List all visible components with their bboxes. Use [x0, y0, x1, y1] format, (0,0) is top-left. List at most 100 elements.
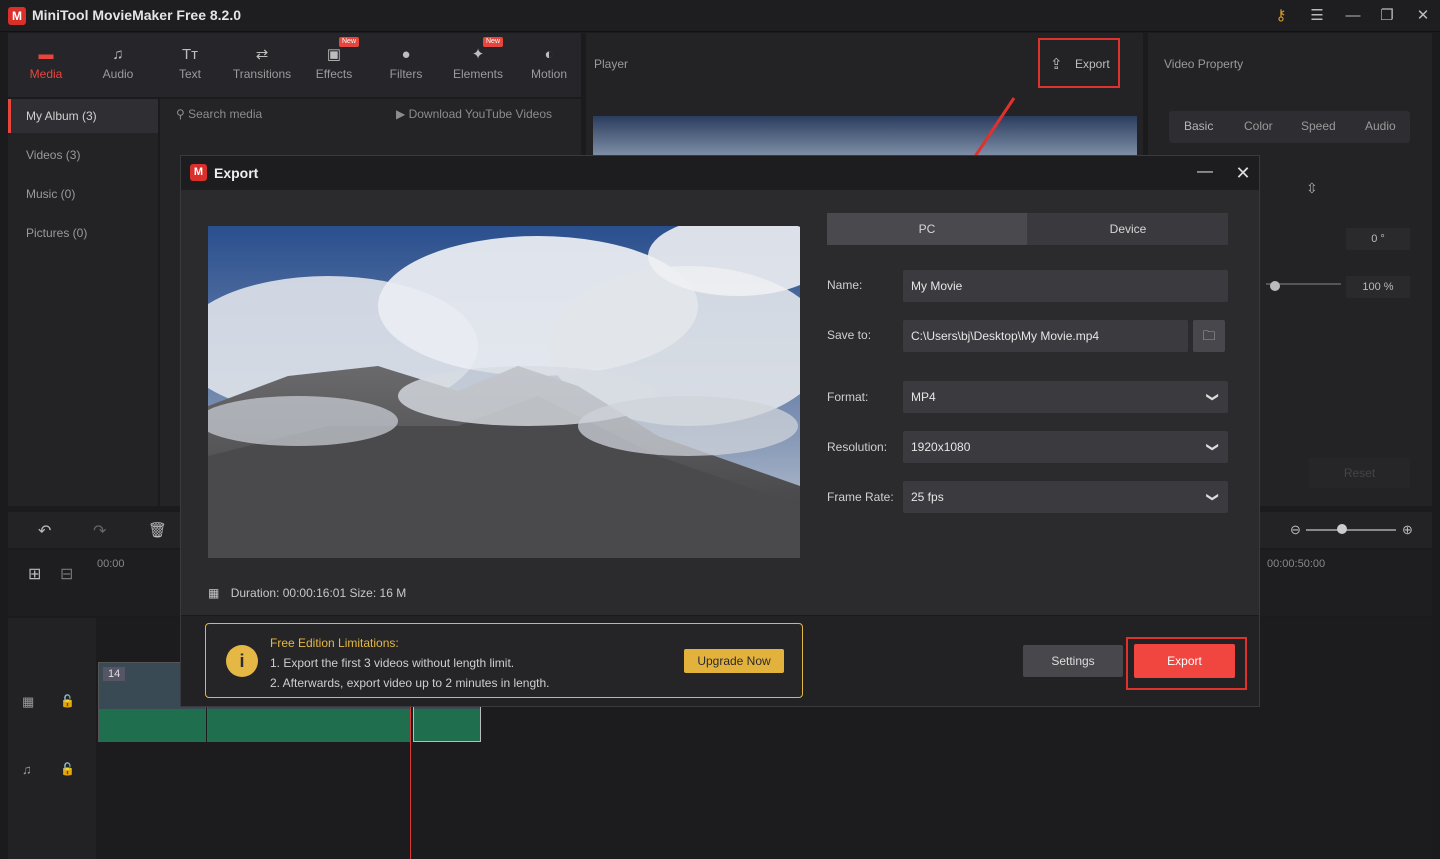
format-select[interactable]: MP4 ❯	[903, 381, 1228, 413]
tool-text-label: Text	[178, 67, 201, 81]
export-button[interactable]: Export	[1134, 644, 1235, 678]
duration-label: Duration:	[230, 586, 280, 600]
tool-motion[interactable]: ◐ Motion	[516, 33, 582, 97]
search-media-input[interactable]: ⚲ Search media	[176, 107, 262, 121]
tool-elements[interactable]: New ✦ Elements	[445, 33, 511, 97]
sidebar-item-my-album[interactable]: My Album (3)	[8, 99, 158, 133]
duration-info: ▦ Duration: 00:00:16:01 Size: 16 M	[208, 586, 406, 600]
tab-audio[interactable]: Audio	[1365, 119, 1396, 133]
size-label: Size:	[349, 586, 377, 600]
search-media-placeholder: Search media	[188, 107, 263, 121]
zoom-in-icon[interactable]: ⊕	[1402, 522, 1413, 538]
close-icon[interactable]: ✕	[1231, 161, 1255, 185]
tool-media[interactable]: ▬ Media	[13, 33, 79, 97]
limitation-line-2: 2. Afterwards, export video up to 2 minu…	[270, 676, 550, 690]
tab-pc[interactable]: PC	[827, 213, 1027, 245]
redo-icon[interactable]: ↷	[93, 521, 106, 541]
tab-device[interactable]: Device	[1028, 213, 1228, 245]
search-icon: ⚲	[176, 107, 189, 121]
app-logo: M	[8, 7, 26, 25]
music-track-icon: ♫	[22, 762, 32, 777]
frame-rate-select[interactable]: 25 fps ❯	[903, 481, 1228, 513]
tool-audio[interactable]: ♫ Audio	[85, 33, 151, 97]
tool-transitions[interactable]: ⇄ Transitions	[229, 33, 295, 97]
player-label: Player	[594, 57, 629, 71]
export-dialog: M Export — ✕ ▦ Duration: 00:00:16:01 Siz…	[180, 155, 1260, 707]
upload-icon: ⇪	[1050, 56, 1063, 73]
audio-waveform	[99, 709, 205, 741]
frame-rate-label: Frame Rate:	[827, 490, 894, 504]
remove-track-icon[interactable]: ⊟	[60, 564, 73, 584]
tool-elements-label: Elements	[452, 67, 504, 81]
save-path-input[interactable]: C:\Users\bj\Desktop\My Movie.mp4	[903, 320, 1188, 352]
scale-slider-handle[interactable]	[1270, 281, 1280, 291]
free-edition-limitations: i Free Edition Limitations: 1. Export th…	[205, 623, 803, 698]
add-track-icon[interactable]: ⊞	[28, 564, 41, 584]
media-icon: ▬	[38, 46, 54, 63]
zoom-slider-handle[interactable]	[1337, 524, 1347, 534]
chevron-down-icon: ❯	[1205, 391, 1220, 403]
tool-audio-label: Audio	[102, 67, 134, 81]
upgrade-now-button[interactable]: Upgrade Now	[684, 649, 784, 673]
lock-icon[interactable]: 🔓	[60, 762, 75, 776]
browse-folder-button[interactable]: 🗀	[1193, 320, 1225, 352]
sidebar-item-music[interactable]: Music (0)	[8, 177, 158, 211]
minimize-icon[interactable]: —	[1338, 4, 1368, 28]
tool-filters[interactable]: ● Filters	[373, 33, 439, 97]
resolution-label: Resolution:	[827, 440, 888, 454]
chevron-down-icon: ❯	[1205, 441, 1220, 453]
reset-button[interactable]: Reset	[1309, 458, 1410, 488]
sidebar-item-videos[interactable]: Videos (3)	[8, 138, 158, 172]
tool-transitions-label: Transitions	[232, 67, 292, 81]
player-export-label: Export	[1075, 57, 1110, 71]
media-sidebar: My Album (3) Videos (3) Music (0) Pictur…	[8, 99, 158, 506]
player-export-button[interactable]: ⇪ Export	[1038, 38, 1120, 88]
app-logo: M	[190, 164, 207, 181]
tab-speed[interactable]: Speed	[1301, 119, 1336, 133]
new-badge: New	[339, 37, 360, 47]
name-label: Name:	[827, 278, 863, 292]
video-property-label: Video Property	[1164, 57, 1244, 71]
maximize-icon[interactable]: ❐	[1372, 4, 1402, 28]
youtube-icon: ▶	[396, 107, 409, 121]
undo-icon[interactable]: ↶	[38, 521, 51, 541]
lock-icon[interactable]: 🔓	[60, 694, 75, 708]
settings-button[interactable]: Settings	[1023, 645, 1123, 677]
menu-icon[interactable]: ☰	[1302, 4, 1332, 28]
minimize-icon[interactable]: —	[1193, 161, 1217, 185]
info-icon: i	[226, 645, 258, 677]
limitations-title: Free Edition Limitations:	[270, 636, 399, 650]
tool-effects-label: Effects	[315, 67, 353, 81]
download-youtube-label: Download YouTube Videos	[408, 107, 553, 121]
delete-icon[interactable]: 🗑	[148, 521, 167, 539]
tab-basic[interactable]: Basic	[1184, 119, 1213, 133]
download-youtube-button[interactable]: ▶ Download YouTube Videos	[396, 107, 552, 121]
flip-vertical-icon[interactable]: ⇳	[1306, 180, 1318, 197]
zoom-slider[interactable]	[1306, 529, 1396, 531]
music-note-icon: ♫	[112, 46, 124, 63]
dialog-header: M Export — ✕	[181, 156, 1259, 190]
clip-count: 14	[103, 667, 126, 681]
new-badge: New	[483, 37, 504, 47]
frame-rate-value: 25 fps	[911, 490, 944, 504]
save-to-label: Save to:	[827, 328, 872, 342]
resolution-select[interactable]: 1920x1080 ❯	[903, 431, 1228, 463]
name-input[interactable]: My Movie	[903, 270, 1228, 302]
tool-text[interactable]: Tт Text	[157, 33, 223, 97]
film-icon: ▦	[208, 586, 220, 600]
scale-value[interactable]: 100 %	[1346, 276, 1410, 298]
track-headers: ▦ 🔓 ♫ 🔓	[8, 618, 96, 859]
format-label: Format:	[827, 390, 869, 404]
text-icon: Tт	[181, 46, 199, 63]
audio-waveform	[208, 709, 410, 741]
sidebar-item-pictures[interactable]: Pictures (0)	[8, 216, 158, 250]
timeline-end-time: 00:00:50:00	[1267, 558, 1326, 570]
tab-color[interactable]: Color	[1244, 119, 1273, 133]
tool-effects[interactable]: New ▣ Effects	[301, 33, 367, 97]
zoom-out-icon[interactable]: ⊖	[1290, 522, 1301, 538]
close-icon[interactable]: ✕	[1408, 4, 1438, 28]
key-icon[interactable]: ⚷	[1266, 4, 1296, 28]
rotation-value[interactable]: 0 °	[1346, 228, 1410, 250]
folder-icon: 🗀	[1202, 328, 1216, 343]
motion-icon: ◐	[544, 46, 554, 63]
